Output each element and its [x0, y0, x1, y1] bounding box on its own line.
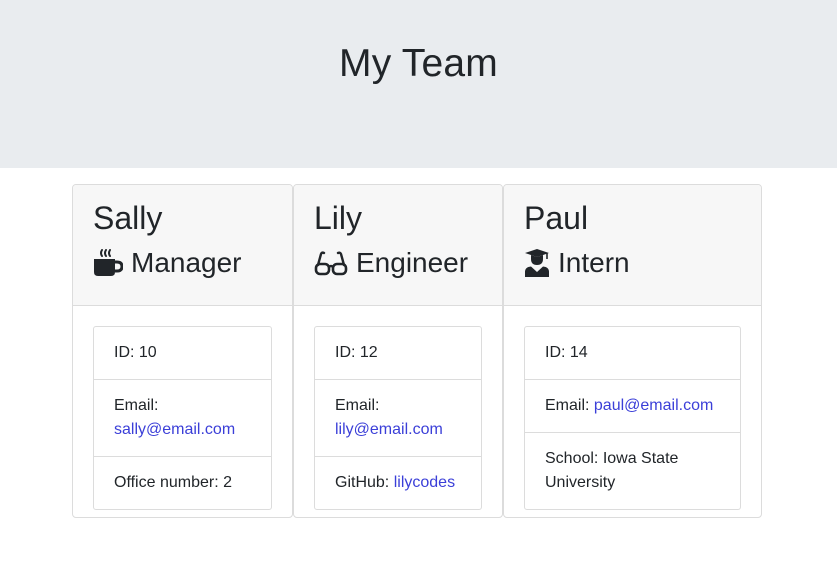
card-header: Sally Manager — [73, 185, 292, 306]
school-item: School: Iowa State University — [545, 450, 679, 491]
email-item: Email: paul@email.com — [525, 380, 740, 433]
github-link[interactable]: lilycodes — [394, 474, 455, 491]
email-label: Email: — [335, 397, 380, 414]
info-list: ID: 12 Email: lily@email.com GitHub: lil… — [314, 326, 482, 510]
employee-card-manager: Sally Manager ID: 10 Email: sally@email.… — [72, 184, 293, 518]
email-item: Email: lily@email.com — [315, 380, 481, 457]
page-title: My Team — [339, 42, 498, 85]
employee-role: Engineer — [314, 246, 502, 280]
card-header: Paul Intern — [504, 185, 761, 306]
email-label: Email: — [114, 397, 159, 414]
id-item: ID: 12 — [315, 327, 481, 380]
id-item: ID: 14 — [525, 327, 740, 380]
github-item: GitHub: lilycodes — [315, 457, 481, 509]
email-item: Email: sally@email.com — [94, 380, 271, 457]
glasses-icon — [314, 248, 348, 278]
employee-role: Intern — [524, 246, 761, 280]
page-header: My Team — [0, 0, 837, 168]
email-link[interactable]: paul@email.com — [594, 397, 713, 414]
email-link[interactable]: sally@email.com — [114, 421, 235, 438]
employee-name: Sally — [93, 200, 163, 236]
role-label: Manager — [131, 247, 242, 278]
github-label: GitHub: — [335, 474, 390, 491]
employee-name: Paul — [524, 200, 589, 236]
coffee-icon — [93, 248, 124, 278]
email-label: Email: — [545, 397, 590, 414]
card-header: Lily Engineer — [294, 185, 502, 306]
office-item: Office number: 2 — [114, 474, 232, 491]
info-list: ID: 14 Email: paul@email.com School: Iow… — [524, 326, 741, 510]
role-label: Engineer — [356, 247, 469, 278]
employee-card-engineer: Lily Engineer ID: 12 Email: lily@email.c… — [293, 184, 503, 518]
employee-role: Manager — [93, 246, 292, 280]
id-item: ID: 10 — [94, 327, 271, 380]
graduate-icon — [524, 248, 550, 278]
employee-card-intern: Paul Intern ID: 14 Email: paul@email.com… — [503, 184, 762, 518]
email-link[interactable]: lily@email.com — [335, 421, 443, 438]
employee-name: Lily — [314, 200, 363, 236]
info-list: ID: 10 Email: sally@email.com Office num… — [93, 326, 272, 510]
role-label: Intern — [558, 247, 630, 278]
